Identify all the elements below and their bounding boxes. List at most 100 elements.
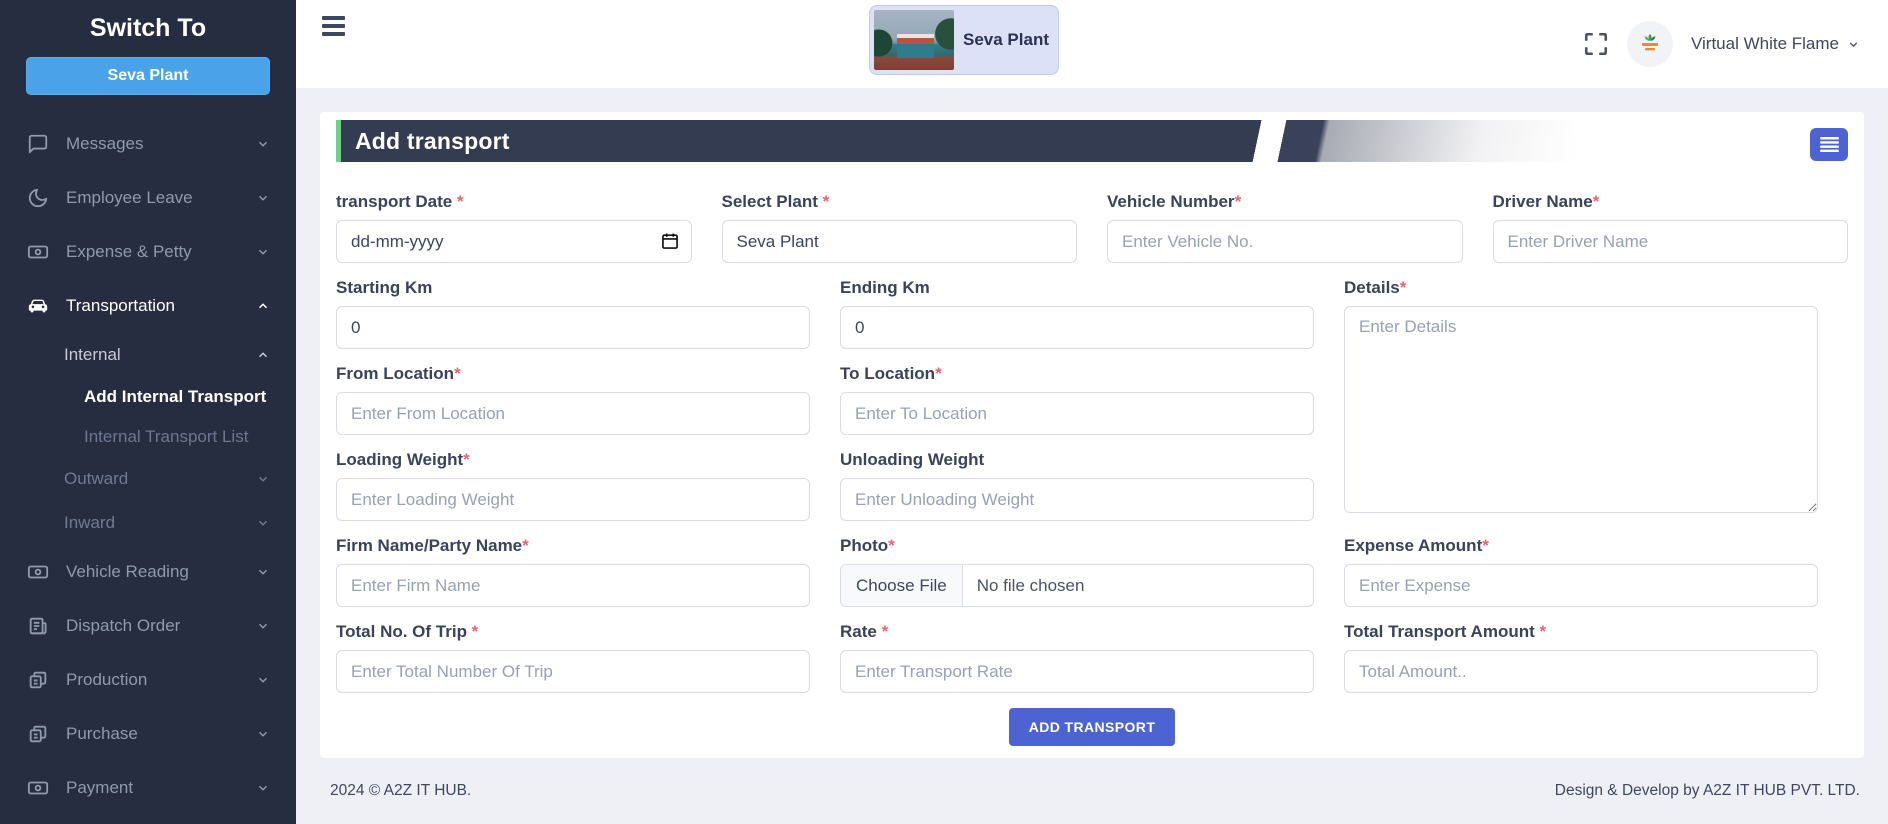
plant-photo [874, 10, 954, 70]
section-title-bar: Add transport [336, 120, 1576, 162]
required-star: * [522, 536, 529, 555]
rate-input[interactable] [840, 650, 1314, 693]
from-location-field: From Location* [336, 364, 810, 435]
required-star: * [1593, 192, 1600, 211]
loading-weight-input[interactable] [336, 478, 810, 521]
starting-km-field: Starting Km [336, 278, 810, 349]
sidebar-item-transportation[interactable]: Transportation [0, 279, 296, 333]
required-star: * [935, 364, 942, 383]
total-amount-input[interactable] [1344, 650, 1818, 693]
ending-km-field: Ending Km [840, 278, 1314, 349]
sidebar-item-purchase[interactable]: Purchase [0, 707, 296, 761]
money-icon [26, 776, 50, 800]
sidebar-item-internal-transport-list[interactable]: Internal Transport List [0, 417, 296, 457]
total-trips-field: Total No. Of Trip * [336, 622, 810, 693]
required-star: * [1482, 536, 1489, 555]
sidebar-item-label: Dispatch Order [66, 616, 180, 636]
topbar-right: Virtual White Flame [1583, 0, 1860, 88]
required-star: * [818, 192, 829, 211]
total-amount-field: Total Transport Amount * [1344, 622, 1818, 693]
required-star: * [888, 536, 895, 555]
from-location-input[interactable] [336, 392, 810, 435]
required-star: * [1535, 622, 1546, 641]
chevron-up-icon [256, 348, 270, 362]
unloading-weight-input[interactable] [840, 478, 1314, 521]
user-menu[interactable]: Virtual White Flame [1691, 34, 1860, 54]
details-textarea[interactable] [1344, 306, 1818, 513]
transport-date-field: transport Date * [336, 192, 692, 263]
add-transport-button[interactable]: ADD TRANSPORT [1009, 708, 1176, 746]
transport-date-input[interactable] [336, 220, 692, 263]
chevron-down-icon [256, 727, 270, 741]
chevron-down-icon [256, 565, 270, 579]
sidebar-item-expense-petty[interactable]: Expense & Petty [0, 225, 296, 279]
app-root: Switch To Seva Plant Messages Employee L… [0, 0, 1888, 824]
sidebar-item-outward[interactable]: Outward [0, 457, 296, 501]
starting-km-input[interactable] [336, 306, 810, 349]
submit-row: ADD TRANSPORT [336, 708, 1848, 746]
sidebar-item-label: Inward [64, 513, 115, 533]
form-rows-2-4: Starting Km Ending Km Details* From Loca… [336, 278, 1818, 521]
sidebar-item-vehicle-reading[interactable]: Vehicle Reading [0, 545, 296, 599]
chevron-down-icon [256, 619, 270, 633]
sidebar-item-add-internal-transport[interactable]: Add Internal Transport [0, 377, 296, 417]
sidebar-item-production[interactable]: Production [0, 653, 296, 707]
sidebar-item-label: Add Internal Transport [84, 387, 266, 407]
content-area: Add transport transport Date * [296, 88, 1888, 758]
sidebar-item-employee-leave[interactable]: Employee Leave [0, 171, 296, 225]
form-rows-5-6: Firm Name/Party Name* Photo* Choose File… [336, 536, 1818, 693]
sidebar: Switch To Seva Plant Messages Employee L… [0, 0, 296, 824]
topbar: Seva Plant Virtual White Flame [296, 0, 1888, 88]
ending-km-input[interactable] [840, 306, 1314, 349]
to-location-input[interactable] [840, 392, 1314, 435]
chevron-down-icon [256, 673, 270, 687]
sidebar-item-messages[interactable]: Messages [0, 117, 296, 171]
choose-file-button[interactable]: Choose File [841, 565, 963, 606]
driver-name-input[interactable] [1493, 220, 1849, 263]
chevron-down-icon [256, 781, 270, 795]
form-row-1: transport Date * Select Plant * Vehicle … [336, 192, 1848, 263]
firm-name-input[interactable] [336, 564, 810, 607]
sidebar-item-label: Employee Leave [66, 188, 193, 208]
vehicle-number-field: Vehicle Number* [1107, 192, 1463, 263]
current-plant-card[interactable]: Seva Plant [869, 5, 1059, 75]
sidebar-item-employee[interactable]: Employee [0, 815, 296, 824]
fullscreen-icon[interactable] [1583, 31, 1609, 57]
avatar[interactable] [1627, 21, 1673, 67]
chevron-up-icon [256, 299, 270, 313]
select-plant-input[interactable] [722, 220, 1078, 263]
sidebar-item-inward[interactable]: Inward [0, 501, 296, 545]
switch-to-title: Switch To [0, 0, 296, 55]
sidebar-item-label: Internal [64, 345, 121, 365]
required-star: * [1235, 192, 1242, 211]
sidebar-item-label: Outward [64, 469, 128, 489]
sidebar-item-payment[interactable]: Payment [0, 761, 296, 815]
add-transport-card: Add transport transport Date * [320, 112, 1864, 758]
car-icon [26, 294, 50, 318]
vehicle-number-input[interactable] [1107, 220, 1463, 263]
footer: 2024 © A2Z IT HUB. Design & Develop by A… [296, 758, 1888, 824]
main-area: Seva Plant Virtual White Flame Add tra [296, 0, 1888, 824]
chevron-down-icon [256, 516, 270, 530]
transport-list-button[interactable] [1810, 128, 1848, 161]
select-plant-field: Select Plant * [722, 192, 1078, 263]
firm-name-field: Firm Name/Party Name* [336, 536, 810, 607]
required-star: * [877, 622, 888, 641]
photo-file-input[interactable]: Choose File No file chosen [840, 564, 1314, 607]
chevron-down-icon [1847, 38, 1860, 51]
sidebar-item-label: Vehicle Reading [66, 562, 189, 582]
to-location-field: To Location* [840, 364, 1314, 435]
sidebar-item-dispatch-order[interactable]: Dispatch Order [0, 599, 296, 653]
active-plant-button[interactable]: Seva Plant [26, 57, 270, 95]
pages-icon [26, 668, 50, 692]
total-trips-input[interactable] [336, 650, 810, 693]
unloading-weight-field: Unloading Weight [840, 450, 1314, 521]
sidebar-item-label: Messages [66, 134, 143, 154]
sidebar-item-internal[interactable]: Internal [0, 333, 296, 377]
required-star: * [452, 192, 463, 211]
pages-icon [26, 722, 50, 746]
expense-amount-input[interactable] [1344, 564, 1818, 607]
hamburger-menu-icon[interactable] [322, 16, 346, 40]
sidebar-item-label: Purchase [66, 724, 138, 744]
chevron-down-icon [256, 472, 270, 486]
